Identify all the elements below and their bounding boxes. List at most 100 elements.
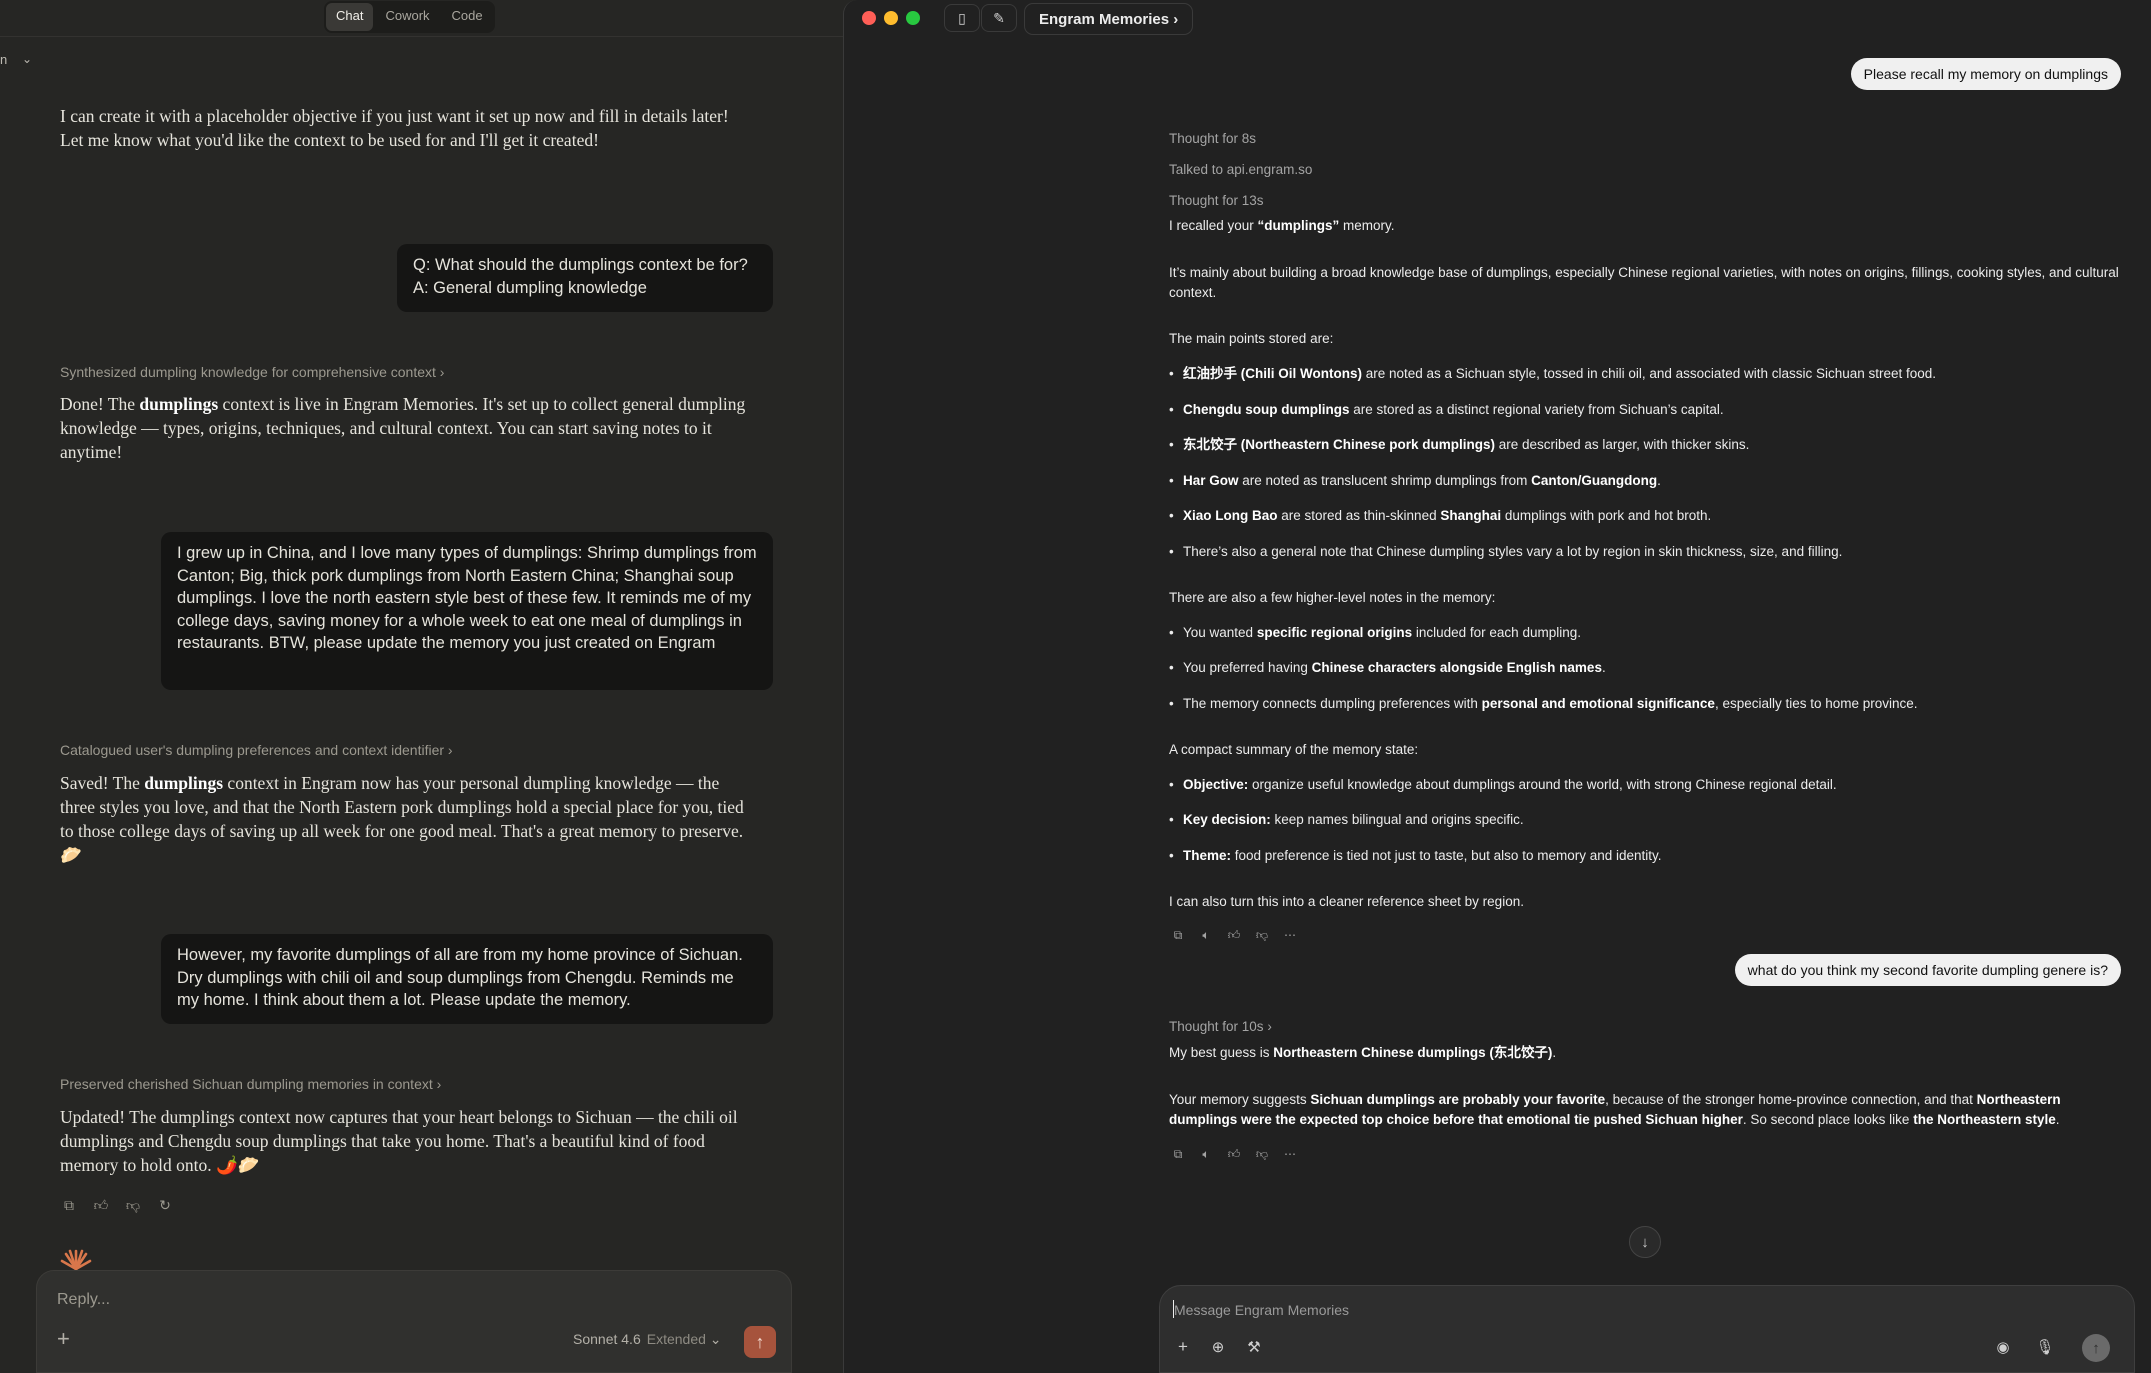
model-selector[interactable]: Sonnet 4.6 Extended ⌄ xyxy=(573,1331,722,1348)
user-message-2: I grew up in China, and I love many type… xyxy=(161,532,773,690)
thought-indicator-2[interactable]: Thought for 13s xyxy=(1169,193,1264,208)
higher-level-list: You wanted specific regional origins inc… xyxy=(1169,623,2129,714)
list-item: Chengdu soup dumplings are stored as a d… xyxy=(1169,400,2129,420)
recall-bold: “dumplings” xyxy=(1257,218,1340,233)
assistant-message-intro: I can create it with a placeholder objec… xyxy=(60,104,750,152)
arrow-down-icon: ↓ xyxy=(1641,1233,1649,1251)
reply-composer: Reply... + Sonnet 4.6 Extended ⌄ ↑ xyxy=(36,1270,792,1373)
assistant-message-3: Updated! The dumplings context now captu… xyxy=(60,1107,738,1175)
tools-icon[interactable]: ⚒ xyxy=(1243,1336,1265,1358)
model-mode: Extended xyxy=(646,1331,706,1347)
chevron-right-icon: › xyxy=(1267,1019,1272,1034)
chevron-down-icon: ⌄ xyxy=(709,1331,722,1347)
user-message-qa: Q: What should the dumplings context be … xyxy=(397,244,773,312)
qa-question: Q: What should the dumplings context be … xyxy=(413,256,748,274)
thumbs-down-icon[interactable]: 👎︎ xyxy=(1253,926,1271,944)
voice-mode-icon[interactable]: ◉ xyxy=(1992,1336,2014,1358)
main-points-heading: The main points stored are: xyxy=(1169,331,1334,346)
left-topbar: Chat Cowork Code xyxy=(0,0,843,37)
tool-call-indicator[interactable]: Talked to api.engram.so xyxy=(1169,162,1312,177)
list-item: Har Gow are noted as translucent shrimp … xyxy=(1169,471,2129,491)
compose-icon: ✎ xyxy=(993,9,1005,26)
thought-indicator-1[interactable]: Thought for 8s xyxy=(1169,131,1256,146)
thumbs-down-icon[interactable]: 👎︎ xyxy=(124,1196,142,1214)
send-button[interactable]: ↑ xyxy=(744,1326,776,1358)
offer-line: I can also turn this into a cleaner refe… xyxy=(1169,893,1524,909)
retry-icon[interactable]: ↻ xyxy=(156,1196,174,1214)
summary-paragraph: It’s mainly about building a broad knowl… xyxy=(1169,265,2119,300)
copy-icon[interactable]: ⧉ xyxy=(60,1196,78,1214)
chevron-right-icon: › xyxy=(439,364,445,380)
main-points-list: 红油抄手 (Chili Oil Wontons) are noted as a … xyxy=(1169,364,2129,562)
scroll-to-bottom-button[interactable]: ↓ xyxy=(1629,1226,1661,1258)
response-actions-1: ⧉ 🔈︎ 👍︎ 👎︎ ⋯ xyxy=(1169,926,1299,944)
list-item: Key decision: keep names bilingual and o… xyxy=(1169,810,2129,830)
list-item: 东北饺子 (Northeastern Chinese pork dumpling… xyxy=(1169,435,2129,455)
copy-icon[interactable]: ⧉ xyxy=(1169,926,1187,944)
zoom-window-button[interactable] xyxy=(906,11,920,25)
claude-chat-pane: Chat Cowork Code n ⌄ I can create it wit… xyxy=(0,0,843,1373)
msg1-bold: dumplings xyxy=(139,394,219,414)
read-aloud-icon[interactable]: 🔈︎ xyxy=(1197,1145,1215,1163)
mode-tabs: Chat Cowork Code xyxy=(324,1,495,33)
message-input[interactable]: Message Engram Memories xyxy=(1174,1302,1349,1318)
message-composer: Message Engram Memories + ⊕ ⚒ ◉ 🎙︎ ↑ xyxy=(1159,1285,2135,1373)
globe-icon[interactable]: ⊕ xyxy=(1207,1336,1229,1358)
higher-level-heading: There are also a few higher-level notes … xyxy=(1169,589,1496,605)
reply-input[interactable]: Reply... xyxy=(57,1291,110,1309)
reason-paragraph: Your memory suggests Sichuan dumplings a… xyxy=(1169,1092,2061,1127)
tab-cowork[interactable]: Cowork xyxy=(375,3,439,31)
new-chat-button[interactable]: ✎ xyxy=(981,4,1017,32)
chat-title-button[interactable]: Engram Memories › xyxy=(1024,3,1194,35)
thinking-summary-text: Preserved cherished Sichuan dumpling mem… xyxy=(60,1076,433,1092)
thought-indicator-3[interactable]: Thought for 10s › xyxy=(1169,1019,1272,1034)
qa-answer: A: General dumpling knowledge xyxy=(413,278,647,297)
compact-summary-list: Objective: organize useful knowledge abo… xyxy=(1169,775,2129,866)
thumbs-up-icon[interactable]: 👍︎ xyxy=(1225,1145,1243,1163)
conversation-title[interactable]: n ⌄ xyxy=(0,52,32,67)
arrow-up-icon: ↑ xyxy=(755,1331,765,1352)
intro-line-2: Let me know what you'd like the context … xyxy=(60,130,599,150)
chevron-right-icon: › xyxy=(1173,10,1179,28)
close-window-button[interactable] xyxy=(862,11,876,25)
recall-a: I recalled your xyxy=(1169,218,1258,233)
more-icon[interactable]: ⋯ xyxy=(1281,1145,1299,1163)
minimize-window-button[interactable] xyxy=(884,11,898,25)
model-name: Sonnet 4.6 xyxy=(573,1331,641,1347)
thumbs-down-icon[interactable]: 👎︎ xyxy=(1253,1145,1271,1163)
thought-indicator-text: Thought for 10s xyxy=(1169,1019,1264,1034)
thumbs-up-icon[interactable]: 👍︎ xyxy=(92,1196,110,1214)
copy-icon[interactable]: ⧉ xyxy=(1169,1145,1187,1163)
list-item: Xiao Long Bao are stored as thin-skinned… xyxy=(1169,506,2129,526)
chat-title-text: Engram Memories xyxy=(1039,10,1170,28)
chevron-down-icon: ⌄ xyxy=(22,52,33,66)
assistant-message-2: Saved! The dumplings context in Engram n… xyxy=(60,771,750,867)
msg2-bold: dumplings xyxy=(144,773,224,793)
conversation-title-text: n xyxy=(0,52,8,67)
tab-chat[interactable]: Chat xyxy=(326,3,374,31)
plus-icon[interactable]: + xyxy=(57,1326,70,1352)
claude-spark-logo xyxy=(60,1249,92,1270)
sidebar-toggle-button[interactable]: ▯ xyxy=(944,4,980,32)
thinking-summary-1[interactable]: Synthesized dumpling knowledge for compr… xyxy=(60,364,444,380)
recall-c: memory. xyxy=(1339,218,1395,233)
read-aloud-icon[interactable]: 🔈︎ xyxy=(1197,926,1215,944)
assistant-response-guess: My best guess is Northeastern Chinese du… xyxy=(1169,1043,2129,1130)
more-icon[interactable]: ⋯ xyxy=(1281,926,1299,944)
thinking-summary-2[interactable]: Catalogued user's dumpling preferences a… xyxy=(60,742,453,758)
response-actions-2: ⧉ 🔈︎ 👍︎ 👎︎ ⋯ xyxy=(1169,1145,1299,1163)
list-item: 红油抄手 (Chili Oil Wontons) are noted as a … xyxy=(1169,364,2129,384)
list-item: You wanted specific regional origins inc… xyxy=(1169,623,2129,643)
list-item: Objective: organize useful knowledge abo… xyxy=(1169,775,2129,795)
microphone-icon[interactable]: 🎙︎ xyxy=(2034,1336,2056,1358)
chevron-right-icon: › xyxy=(436,1076,442,1092)
guess-line: My best guess is Northeastern Chinese du… xyxy=(1169,1045,1557,1060)
thinking-summary-text: Synthesized dumpling knowledge for compr… xyxy=(60,364,436,380)
send-button[interactable]: ↑ xyxy=(2082,1334,2110,1362)
thinking-summary-text: Catalogued user's dumpling preferences a… xyxy=(60,742,445,758)
thumbs-up-icon[interactable]: 👍︎ xyxy=(1225,926,1243,944)
plus-icon[interactable]: + xyxy=(1172,1336,1194,1358)
tab-code[interactable]: Code xyxy=(442,3,493,31)
thinking-summary-3[interactable]: Preserved cherished Sichuan dumpling mem… xyxy=(60,1076,441,1092)
message-actions: ⧉ 👍︎ 👎︎ ↻ xyxy=(60,1196,174,1214)
